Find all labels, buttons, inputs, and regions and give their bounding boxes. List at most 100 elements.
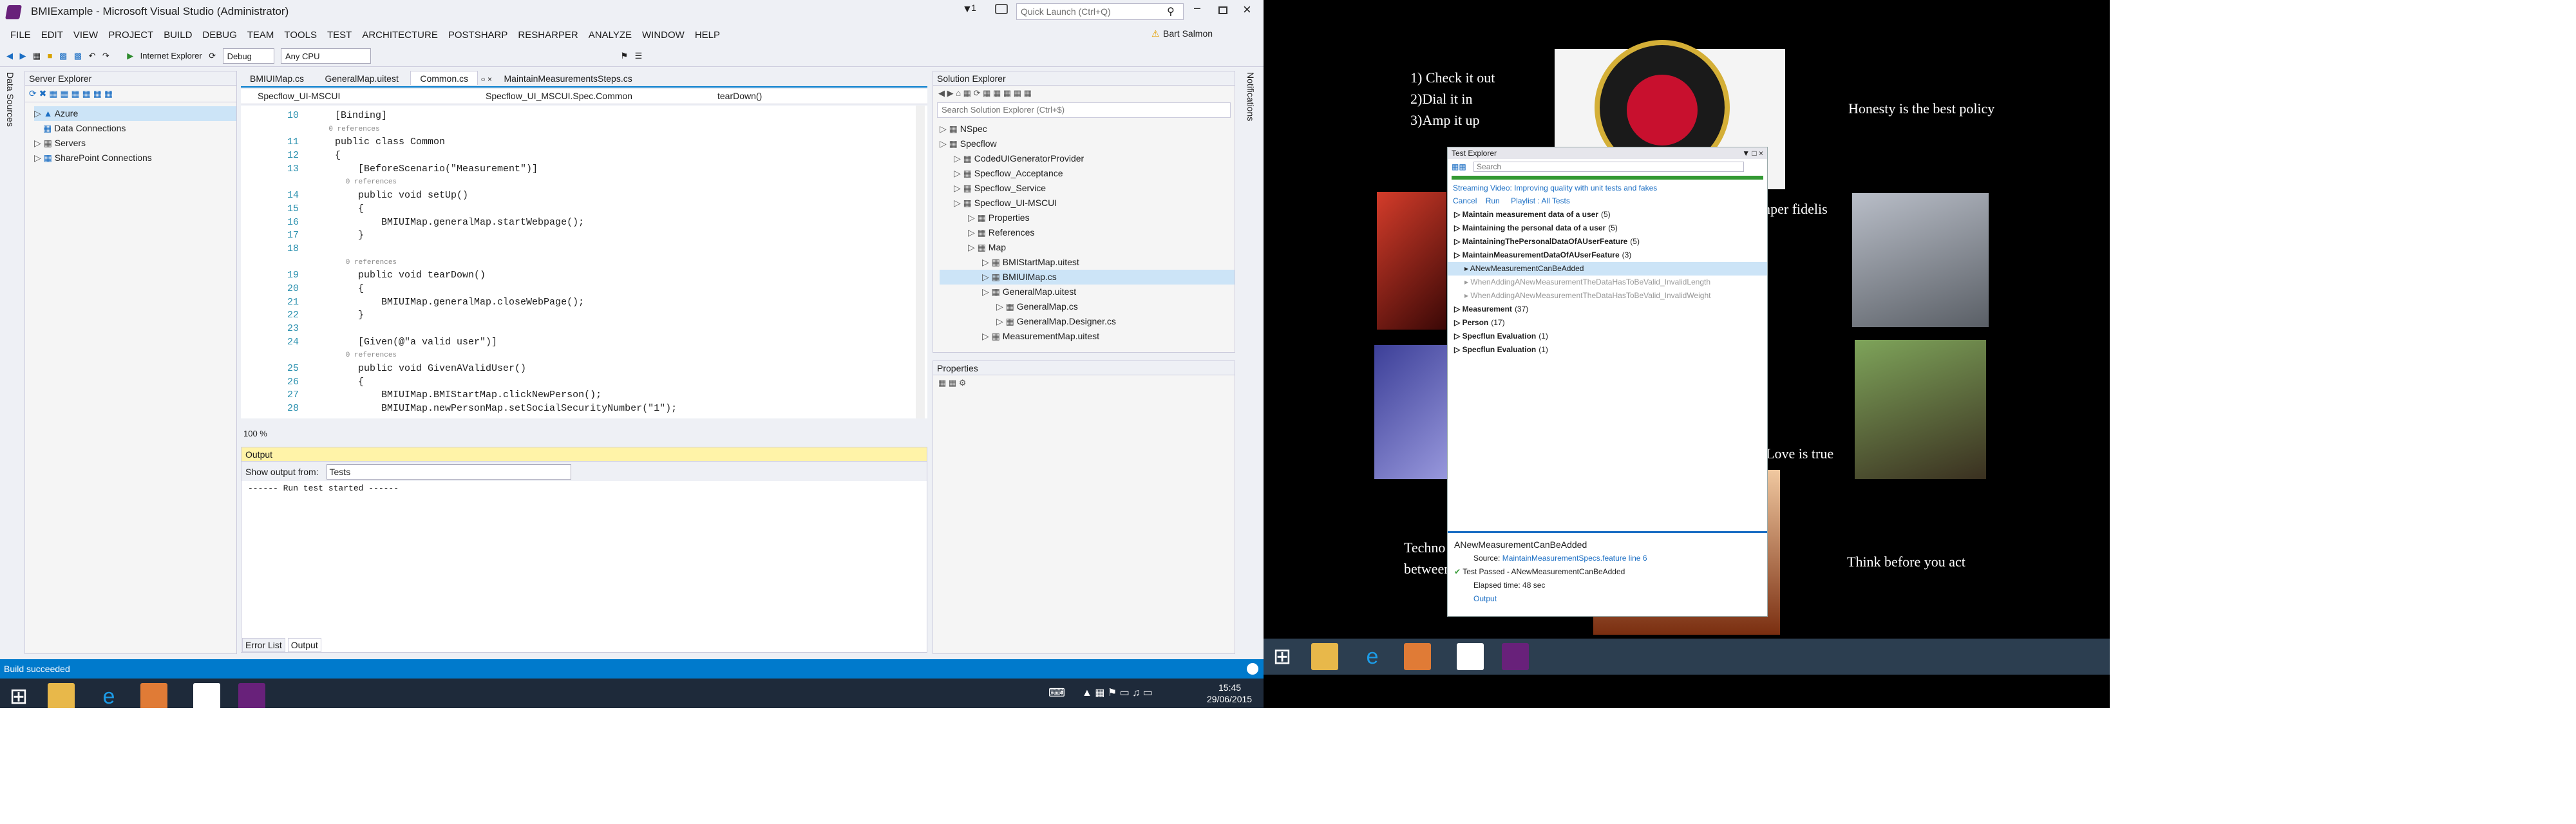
test-group-row[interactable]: ▸ ANewMeasurementCanBeAdded xyxy=(1448,262,1767,276)
forward-icon[interactable]: ▶ xyxy=(19,48,26,64)
test-group-row[interactable]: ▸ WhenAddingANewMeasurementTheDataHasToB… xyxy=(1448,289,1767,303)
file-explorer-icon[interactable] xyxy=(48,683,75,708)
playlist-link[interactable]: Playlist : All Tests xyxy=(1511,196,1570,205)
search-icon[interactable]: ⚲ xyxy=(1167,5,1175,18)
code-line[interactable]: 19 public void tearDown() xyxy=(241,269,911,283)
menu-architecture[interactable]: ARCHITECTURE xyxy=(362,26,438,45)
expand-icon[interactable]: ▷ xyxy=(1454,223,1463,232)
visual-studio-taskbar-icon[interactable] xyxy=(1502,643,1529,670)
menu-analyze[interactable]: ANALYZE xyxy=(589,26,632,45)
test-group-row[interactable]: ▸ WhenAddingANewMeasurementTheDataHasToB… xyxy=(1448,276,1767,289)
solution-tree-item[interactable]: ▷ ▦ Properties xyxy=(940,211,1235,225)
code-line[interactable]: 18 xyxy=(241,243,911,256)
menu-window[interactable]: WINDOW xyxy=(642,26,685,45)
tab-generalmap[interactable]: GeneralMap.uitest xyxy=(316,71,407,86)
test-banner-link[interactable]: Streaming Video: Improving quality with … xyxy=(1448,180,1767,196)
start-icon[interactable]: ▶ xyxy=(127,48,133,64)
configuration-select[interactable]: Debug xyxy=(222,48,274,64)
close-button[interactable]: × xyxy=(1243,1,1251,18)
expand-icon[interactable]: ▷ xyxy=(1454,332,1463,341)
undo-icon[interactable]: ↶ xyxy=(88,48,95,64)
menu-debug[interactable]: DEBUG xyxy=(202,26,236,45)
menu-project[interactable]: PROJECT xyxy=(108,26,153,45)
menu-file[interactable]: FILE xyxy=(10,26,31,45)
menu-tools[interactable]: TOOLS xyxy=(284,26,317,45)
tab-error-list[interactable]: Error List xyxy=(242,638,285,652)
solution-tree-item[interactable]: ▷ ▦ BMIStartMap.uitest xyxy=(940,255,1235,270)
group-by-icon[interactable]: ▦▦ xyxy=(1452,162,1466,171)
menu-test[interactable]: TEST xyxy=(327,26,352,45)
open-icon[interactable]: ■ xyxy=(48,48,53,64)
output-source-select[interactable]: Tests xyxy=(326,464,571,480)
test-explorer-controls[interactable]: ▼ □ × xyxy=(1742,147,1763,159)
cancel-link[interactable]: Cancel xyxy=(1453,196,1477,205)
save-all-icon[interactable]: ▩ xyxy=(74,48,82,64)
test-group-row[interactable]: ▷ Person (17) xyxy=(1448,316,1767,330)
solution-tree-item[interactable]: ▷ ▦ BMIUIMap.cs xyxy=(940,270,1235,285)
code-line[interactable]: 24 [Given(@"a valid user")] xyxy=(241,336,911,350)
solution-tree-item[interactable]: ▷ ▦ Specflow xyxy=(940,136,1235,151)
expand-icon[interactable]: ▷ xyxy=(1454,304,1463,314)
test-group-row[interactable]: ▷ MaintainMeasurementDataOfAUserFeature(… xyxy=(1448,248,1767,262)
browser-select[interactable]: Internet Explorer xyxy=(140,48,202,64)
internet-explorer-icon[interactable]: e xyxy=(95,683,122,708)
tree-item[interactable]: ▷ ▲ Azure xyxy=(34,106,236,121)
minimize-button[interactable]: – xyxy=(1194,1,1200,15)
solution-tree-item[interactable]: ▷ ▦ Specflow_Service xyxy=(940,181,1235,196)
code-line[interactable]: 17 } xyxy=(241,229,911,243)
code-line[interactable]: 12 { xyxy=(241,149,911,163)
menu-postsharp[interactable]: POSTSHARP xyxy=(448,26,508,45)
code-line[interactable]: 26 { xyxy=(241,376,911,389)
start-button-icon[interactable]: ⊞ xyxy=(1269,643,1296,670)
menu-resharper[interactable]: RESHARPER xyxy=(518,26,578,45)
new-project-icon[interactable]: ▦ xyxy=(33,48,41,64)
expand-icon[interactable]: ▸ xyxy=(1464,264,1470,273)
expand-icon[interactable]: ▷ xyxy=(1454,250,1463,259)
visual-studio-taskbar-icon[interactable] xyxy=(238,683,265,708)
code-line[interactable]: 0 references xyxy=(241,349,911,362)
comment-icon[interactable]: ☰ xyxy=(635,48,643,64)
internet-explorer-icon[interactable]: e xyxy=(1359,643,1386,670)
run-link[interactable]: Run xyxy=(1486,196,1500,205)
test-search-input[interactable]: Search xyxy=(1473,162,1745,172)
solution-tree-item[interactable]: ▷ ▦ Specflow_Acceptance xyxy=(940,166,1235,181)
class-dropdown[interactable]: Specflow_UI_MSCUI.Spec.Common xyxy=(486,89,632,103)
menu-edit[interactable]: EDIT xyxy=(41,26,63,45)
platform-select[interactable]: Any CPU xyxy=(281,48,372,64)
code-line[interactable]: 0 references xyxy=(241,176,911,189)
power-app-icon[interactable] xyxy=(193,683,220,708)
code-line[interactable]: 13 [BeforeScenario("Measurement")] xyxy=(241,163,911,176)
code-line[interactable]: 15 { xyxy=(241,203,911,216)
data-sources-tab[interactable]: Data Sources xyxy=(0,68,19,648)
expand-icon[interactable]: ▷ xyxy=(1454,318,1463,327)
start-button-icon[interactable]: ⊞ xyxy=(5,683,32,708)
clock-time[interactable]: 15:45 xyxy=(1218,682,1241,693)
detail-source-link[interactable]: MaintainMeasurementSpecs.feature line 6 xyxy=(1502,554,1647,563)
tree-item[interactable]: ▦ Data Connections xyxy=(34,121,236,136)
tree-item[interactable]: ▷ ▦ Servers xyxy=(34,136,236,151)
quick-launch-input[interactable]: Quick Launch (Ctrl+Q) xyxy=(1016,3,1184,20)
refresh-icon[interactable]: ⟳ xyxy=(209,48,216,64)
pin-icon[interactable]: ○ × xyxy=(480,75,492,84)
zoom-level[interactable]: 100 % xyxy=(243,429,267,438)
code-line[interactable]: 10 [Binding] xyxy=(241,109,911,123)
test-group-row[interactable]: ▷ Specflun Evaluation (1) xyxy=(1448,343,1767,357)
solution-tree-item[interactable]: ▷ ▦ GeneralMap.uitest xyxy=(940,285,1235,299)
expand-icon[interactable]: ▸ xyxy=(1464,277,1470,286)
menu-team[interactable]: TEAM xyxy=(247,26,274,45)
code-line[interactable]: 25 public void GivenAValidUser() xyxy=(241,362,911,376)
solution-search-input[interactable]: Search Solution Explorer (Ctrl+$) xyxy=(937,102,1231,118)
code-line[interactable]: 23 xyxy=(241,323,911,336)
code-line[interactable]: 22 } xyxy=(241,309,911,323)
file-explorer-icon[interactable] xyxy=(1311,643,1338,670)
solution-tree-item[interactable]: ▷ ▦ CodedUIGeneratorProvider xyxy=(940,151,1235,166)
tab-common[interactable]: Common.cs xyxy=(410,71,478,85)
code-line[interactable]: 27 BMIUIMap.BMIStartMap.clickNewPerson()… xyxy=(241,389,911,402)
tray-icons[interactable]: ▲ ▦ ⚑ ▭ ♫ ▭ xyxy=(1082,686,1153,699)
notification-icon[interactable] xyxy=(1247,663,1258,675)
solution-tree-item[interactable]: ▷ ▦ References xyxy=(940,225,1235,240)
test-group-row[interactable]: ▷ Maintain measurement data of a user (5) xyxy=(1448,208,1767,221)
test-group-row[interactable]: ▷ Maintaining the personal data of a use… xyxy=(1448,221,1767,235)
bookmark-icon[interactable]: ⚑ xyxy=(620,48,628,64)
restore-button[interactable] xyxy=(1218,6,1227,14)
